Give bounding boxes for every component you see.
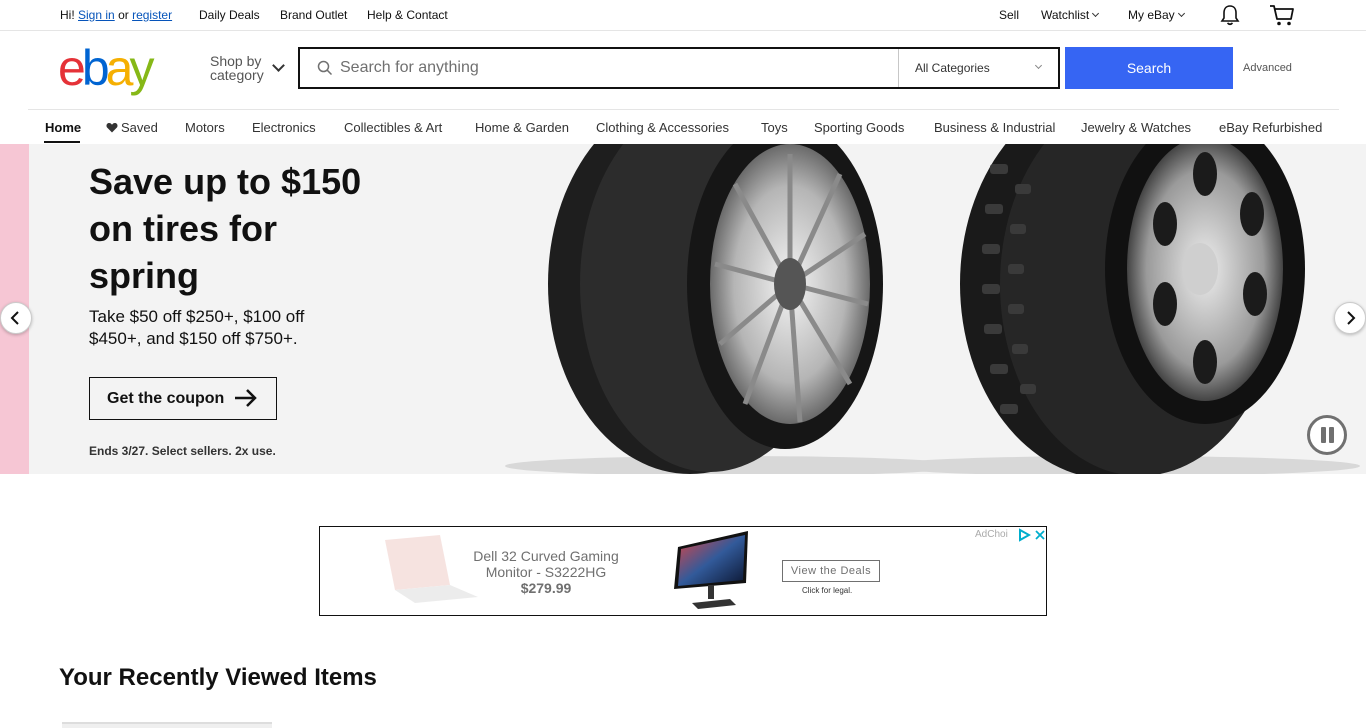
get-coupon-button[interactable]: Get the coupon	[89, 377, 277, 420]
ad-legal-text[interactable]: Click for legal.	[802, 586, 852, 595]
ad-choices[interactable]: AdChoi	[970, 527, 1047, 543]
bell-icon[interactable]	[1219, 4, 1241, 26]
nav-item-home[interactable]: Home	[45, 120, 81, 135]
nav-item-motors[interactable]: Motors	[185, 120, 225, 135]
search-divider	[898, 49, 899, 87]
my-ebay-menu[interactable]: My eBay	[1128, 8, 1185, 22]
my-ebay-label: My eBay	[1128, 8, 1175, 22]
logo-letter-b: b	[81, 40, 110, 96]
search-button[interactable]: Search	[1065, 47, 1233, 89]
hero-subtitle: Take $50 off $250+, $100 off $450+, and …	[89, 306, 339, 350]
top-utility-bar: Hi! Sign in or register Daily Deals Bran…	[0, 0, 1366, 31]
search-input[interactable]	[340, 49, 895, 87]
nav-item-jewelry[interactable]: Jewelry & Watches	[1081, 120, 1191, 135]
chevron-down-icon	[272, 59, 285, 72]
recently-viewed-heading: Your Recently Viewed Items	[59, 664, 377, 691]
nav-item-home-garden[interactable]: Home & Garden	[475, 120, 569, 135]
view-deals-button[interactable]: View the Deals	[782, 560, 880, 582]
hero-title-line: Save up to $150	[89, 161, 362, 202]
shop-by-label: Shop by	[210, 53, 262, 69]
heart-icon	[106, 123, 118, 133]
hero-title-line: spring	[89, 255, 200, 296]
chevron-down-icon	[1092, 9, 1100, 18]
arrow-right-icon	[235, 389, 257, 407]
display-ad[interactable]: Dell 32 Curved Gaming Monitor - S3222HG …	[319, 526, 1047, 616]
recently-viewed-thumbnail[interactable]	[62, 722, 272, 728]
chevron-left-icon	[10, 311, 19, 325]
nav-item-business[interactable]: Business & Industrial	[934, 120, 1055, 135]
adchoices-icon	[1019, 528, 1031, 542]
get-coupon-label: Get the coupon	[107, 389, 225, 407]
brand-outlet-link[interactable]: Brand Outlet	[280, 8, 347, 22]
nav-item-collectibles[interactable]: Collectibles & Art	[344, 120, 442, 135]
ad-title-line: Monitor - S3222HG	[485, 564, 607, 580]
logo-letter-a: a	[105, 40, 134, 96]
cart-icon[interactable]	[1269, 3, 1295, 27]
chevron-down-icon	[1177, 9, 1185, 18]
monitor-image	[674, 531, 748, 609]
hero-subtitle-line: $450+, and $150 off $750+.	[89, 329, 298, 348]
logo-letter-y: y	[129, 40, 154, 96]
carousel-previous-button[interactable]	[0, 302, 32, 334]
hero-subtitle-line: Take $50 off $250+, $100 off	[89, 307, 305, 326]
greeting-label: Hi!	[60, 8, 75, 22]
category-select[interactable]: All Categories	[915, 61, 990, 75]
nav-item-sporting-goods[interactable]: Sporting Goods	[814, 120, 904, 135]
sign-in-link[interactable]: Sign in	[78, 8, 115, 22]
watchlist-menu[interactable]: Watchlist	[1041, 8, 1100, 22]
nav-item-electronics[interactable]: Electronics	[252, 120, 316, 135]
ad-choices-label: AdChoi	[975, 529, 1008, 540]
carousel-pause-button[interactable]	[1307, 415, 1347, 455]
chevron-down-icon	[1034, 61, 1043, 70]
close-icon[interactable]	[1033, 528, 1047, 542]
category-nav: Home Saved Motors Electronics Collectibl…	[28, 109, 1339, 144]
logo-letter-e: e	[58, 40, 86, 96]
register-link[interactable]: register	[132, 8, 172, 22]
hero-fine-print: Ends 3/27. Select sellers. 2x use.	[89, 444, 276, 458]
hero-title: Save up to $150 on tires for spring	[89, 158, 389, 299]
shop-by-category-button[interactable]: Shop by category	[210, 54, 264, 82]
daily-deals-link[interactable]: Daily Deals	[199, 8, 260, 22]
search-icon	[317, 60, 333, 76]
active-tab-indicator	[44, 141, 80, 143]
ad-price: $279.99	[520, 580, 572, 596]
advanced-search-link[interactable]: Advanced	[1243, 62, 1292, 74]
nav-item-saved[interactable]: Saved	[106, 120, 158, 135]
ad-title-line: Dell 32 Curved Gaming	[473, 548, 619, 564]
chevron-right-icon	[1347, 311, 1356, 325]
or-label: or	[118, 8, 129, 22]
nav-item-clothing[interactable]: Clothing & Accessories	[596, 120, 729, 135]
help-contact-link[interactable]: Help & Contact	[367, 8, 448, 22]
nav-item-saved-label: Saved	[121, 120, 158, 135]
ebay-logo[interactable]: ebay	[58, 42, 178, 94]
nav-item-toys[interactable]: Toys	[761, 120, 788, 135]
watchlist-label: Watchlist	[1041, 8, 1090, 22]
search-bar: All Categories	[298, 47, 1060, 89]
tires-image	[505, 144, 1360, 474]
carousel-next-button[interactable]	[1334, 302, 1366, 334]
hero-title-line: on tires for	[89, 208, 278, 249]
nav-item-refurbished[interactable]: eBay Refurbished	[1219, 120, 1322, 135]
ad-product-title: Dell 32 Curved Gaming Monitor - S3222HG	[456, 548, 636, 580]
hero-banner[interactable]: Save up to $150 on tires for spring Take…	[0, 144, 1366, 474]
category-label: category	[210, 67, 264, 83]
greeting-text: Hi! Sign in or register	[60, 8, 172, 22]
sell-link[interactable]: Sell	[999, 8, 1019, 22]
